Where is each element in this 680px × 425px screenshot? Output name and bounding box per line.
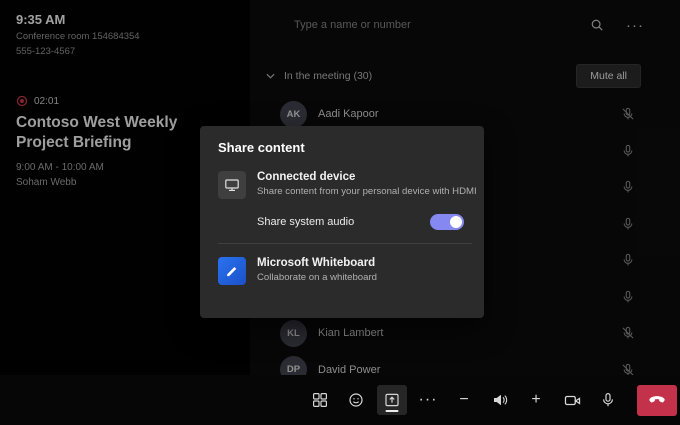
whiteboard-title: Microsoft Whiteboard (257, 257, 377, 269)
connected-device-option[interactable]: Connected device Share content from your… (218, 171, 474, 199)
whiteboard-option[interactable]: Microsoft Whiteboard Collaborate on a wh… (218, 257, 474, 285)
hang-up-button[interactable] (637, 385, 677, 416)
teams-room-console: 9:35 AM Conference room 154684354 555-12… (0, 0, 680, 425)
share-audio-toggle[interactable] (430, 214, 464, 230)
share-content-modal: Share content Connected device Share con… (200, 126, 484, 318)
camera-button[interactable] (557, 385, 587, 415)
speaker-icon[interactable] (485, 385, 515, 415)
call-control-bar: ··· − + (0, 375, 680, 425)
volume-down-button[interactable]: − (449, 385, 479, 415)
whiteboard-subtitle: Collaborate on a whiteboard (257, 272, 377, 283)
toolbar-buttons: ··· − + (305, 375, 677, 425)
connected-device-subtitle: Share content from your personal device … (257, 186, 477, 197)
connected-device-title: Connected device (257, 171, 477, 183)
hdmi-monitor-icon (218, 171, 246, 199)
toggle-knob (450, 216, 462, 228)
share-selected-indicator (386, 410, 399, 412)
modal-divider (218, 243, 472, 244)
share-system-audio-row: Share system audio (218, 214, 474, 230)
volume-up-button[interactable]: + (521, 385, 551, 415)
share-audio-label: Share system audio (257, 216, 430, 228)
microphone-button[interactable] (593, 385, 623, 415)
share-content-button[interactable] (377, 385, 407, 415)
more-actions-button[interactable]: ··· (413, 385, 443, 415)
gallery-layout-button[interactable] (305, 385, 335, 415)
whiteboard-icon (218, 257, 246, 285)
modal-title: Share content (218, 140, 474, 155)
reactions-button[interactable] (341, 385, 371, 415)
